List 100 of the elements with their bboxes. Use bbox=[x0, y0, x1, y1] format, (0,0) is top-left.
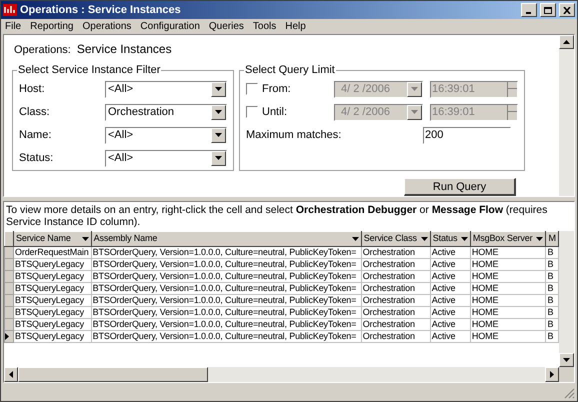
row-header[interactable] bbox=[4, 330, 14, 342]
dropdown-value: <All> bbox=[108, 128, 134, 143]
table-cell: HOME bbox=[470, 330, 546, 342]
table-cell: Orchestration bbox=[361, 318, 430, 330]
field-label: Status: bbox=[19, 150, 54, 166]
scrollbar-thumb[interactable] bbox=[18, 367, 208, 382]
table-cell: Orchestration bbox=[361, 258, 430, 270]
dropdown-button[interactable] bbox=[211, 128, 226, 142]
dropdown[interactable]: <All> bbox=[105, 150, 227, 166]
dropdown-arrow-icon bbox=[82, 236, 89, 241]
dropdown[interactable]: <All> bbox=[105, 126, 227, 144]
maximize-button[interactable] bbox=[540, 3, 556, 17]
page-title: Service Instances bbox=[76, 41, 172, 58]
table-cell: Active bbox=[430, 258, 470, 270]
menu-item[interactable]: Help bbox=[285, 19, 306, 34]
close-icon bbox=[563, 6, 571, 14]
vertical-scrollbar[interactable] bbox=[559, 231, 574, 367]
vertical-scrollbar[interactable] bbox=[559, 35, 574, 196]
spin-buttons[interactable] bbox=[507, 82, 517, 96]
menu-item[interactable]: Configuration bbox=[140, 19, 200, 34]
table-cell: BTSQueryLegacy bbox=[14, 330, 92, 342]
table-cell: BTSQueryLegacy bbox=[14, 258, 92, 270]
dropdown-button[interactable] bbox=[211, 104, 226, 120]
table-cell: Orchestration bbox=[361, 306, 430, 318]
table-cell: BTSOrderQuery, Version=1.0.0.0, Culture=neutral, PublicKeyToken= bbox=[91, 282, 362, 294]
dropdown-button[interactable] bbox=[211, 150, 226, 166]
arrow-down-icon bbox=[563, 358, 570, 362]
table-cell: Orchestration bbox=[361, 282, 430, 294]
column-title: Status bbox=[432, 232, 458, 245]
minimize-button[interactable] bbox=[521, 3, 537, 17]
caret-icon bbox=[215, 133, 222, 137]
field-label: Class: bbox=[19, 104, 51, 120]
dropdown-arrow-icon bbox=[352, 236, 359, 241]
table-cell: HOME bbox=[470, 270, 546, 282]
group-title: Select Service Instance Filter bbox=[17, 63, 162, 78]
column-header[interactable]: Service Class bbox=[361, 232, 430, 246]
checkbox-label: From: bbox=[262, 82, 292, 97]
dropdown-button[interactable] bbox=[211, 82, 226, 96]
table-cell: HOME bbox=[470, 294, 546, 306]
horizontal-scrollbar[interactable] bbox=[4, 367, 574, 382]
time-value: 16:39:01 bbox=[432, 104, 476, 120]
column-title: M bbox=[548, 232, 556, 245]
table-cell: BTSOrderQuery, Version=1.0.0.0, Culture=neutral, PublicKeyToken= bbox=[91, 246, 362, 258]
table-cell: Active bbox=[430, 294, 470, 306]
menu-item[interactable]: Reporting bbox=[30, 19, 74, 34]
table-cell: Active bbox=[430, 282, 470, 294]
table-cell: HOME bbox=[470, 258, 546, 270]
spin-buttons[interactable] bbox=[507, 104, 517, 120]
table-cell: BTSQueryLegacy bbox=[14, 318, 92, 330]
table-cell: BTSQueryLegacy bbox=[14, 306, 92, 318]
table-cell: Orchestration bbox=[361, 270, 430, 282]
max-matches-input[interactable]: 200 bbox=[423, 126, 511, 144]
time-value: 16:39:01 bbox=[432, 82, 476, 97]
dropdown[interactable]: Orchestration bbox=[105, 104, 227, 120]
table-cell: BTSOrderQuery, Version=1.0.0.0, Culture=neutral, PublicKeyToken= bbox=[91, 330, 362, 342]
column-title: Assembly Name bbox=[94, 232, 158, 245]
caret-icon bbox=[215, 110, 222, 114]
date-value: 4/ 2 /2006 bbox=[341, 104, 391, 120]
table-cell: BTSOrderQuery, Version=1.0.0.0, Culture=neutral, PublicKeyToken= bbox=[91, 318, 362, 330]
table-cell: HOME bbox=[470, 306, 546, 318]
info-text: To view more details on an entry, right-click the cell and select Orchestration Debugger or Message Flow (requires Service Instance ID column). bbox=[5, 203, 548, 230]
row-header[interactable] bbox=[4, 246, 14, 258]
table-cell: Active bbox=[430, 270, 470, 282]
menu-item[interactable]: File bbox=[5, 19, 22, 34]
maximize-icon bbox=[544, 6, 552, 14]
column-header[interactable]: Status bbox=[430, 232, 470, 246]
dropdown-arrow-icon bbox=[460, 236, 468, 241]
column-title: Service Name bbox=[16, 232, 71, 245]
group-title: Select Query Limit bbox=[244, 63, 336, 78]
field-label: Maximum matches: bbox=[246, 128, 342, 143]
dropdown-value: <All> bbox=[108, 150, 134, 166]
checkbox-label: Until: bbox=[262, 104, 288, 120]
run-query-button[interactable]: Run Query bbox=[404, 178, 516, 196]
column-header[interactable]: MsgBox Server bbox=[470, 232, 546, 246]
table-cell: HOME bbox=[470, 282, 546, 294]
caret-icon bbox=[411, 87, 418, 91]
table-cell: BTSOrderQuery, Version=1.0.0.0, Culture=neutral, PublicKeyToken= bbox=[91, 270, 362, 282]
table-cell: HOME bbox=[470, 246, 546, 258]
table-cell: BTSOrderQuery, Version=1.0.0.0, Culture=neutral, PublicKeyToken= bbox=[91, 306, 362, 318]
table-cell: Active bbox=[430, 318, 470, 330]
table-cell: Active bbox=[430, 246, 470, 258]
menu-item[interactable]: Operations bbox=[82, 19, 132, 34]
table-cell: Orchestration bbox=[361, 294, 430, 306]
field-label: Name: bbox=[19, 128, 52, 143]
menu-item[interactable]: Tools bbox=[252, 19, 276, 34]
table-cell: BTSOrderQuery, Version=1.0.0.0, Culture=neutral, PublicKeyToken= bbox=[91, 258, 362, 270]
close-button[interactable] bbox=[559, 3, 575, 17]
table-cell: BTSQueryLegacy bbox=[14, 282, 92, 294]
resize-grip-icon bbox=[564, 388, 575, 399]
app-icon bbox=[3, 4, 17, 16]
table-cell: Orchestration bbox=[361, 246, 430, 258]
table-cell: Active bbox=[430, 330, 470, 342]
column-header[interactable]: Service Name bbox=[14, 232, 92, 246]
table-cell: BTSQueryLegacy bbox=[14, 270, 92, 282]
caret-icon bbox=[411, 110, 418, 114]
menu-item[interactable]: Queries bbox=[208, 19, 244, 34]
dropdown[interactable]: <All> bbox=[105, 80, 227, 98]
column-title: MsgBox Server bbox=[472, 232, 532, 245]
arrow-left-icon bbox=[9, 371, 13, 378]
column-header[interactable]: Assembly Name bbox=[91, 232, 362, 246]
